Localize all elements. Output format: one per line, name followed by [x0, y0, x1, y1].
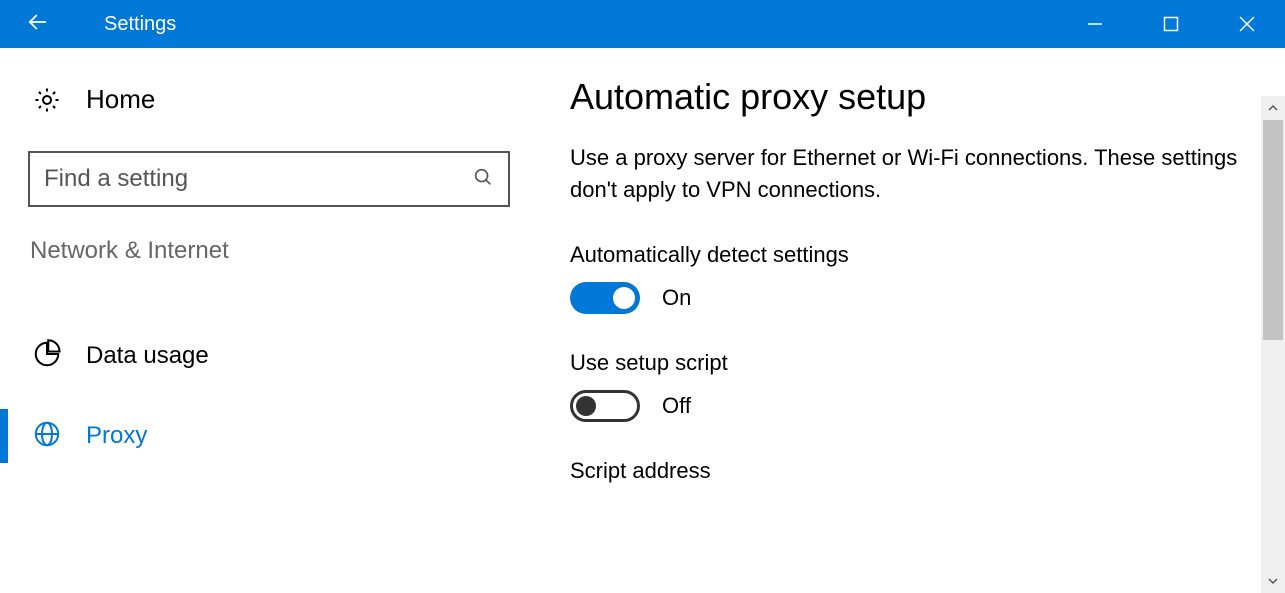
scroll-thumb[interactable]: [1263, 120, 1283, 340]
search-icon: [472, 166, 494, 193]
close-button[interactable]: [1209, 0, 1285, 48]
auto-detect-state: On: [662, 285, 691, 311]
minimize-icon: [1087, 16, 1103, 32]
section-description: Use a proxy server for Ethernet or Wi-Fi…: [570, 142, 1245, 206]
use-script-state: Off: [662, 393, 691, 419]
script-address-label: Script address: [570, 458, 1245, 484]
titlebar: Settings: [0, 0, 1285, 48]
toggle-knob: [613, 287, 635, 309]
sidebar: Home Network & Internet Data usage: [0, 48, 570, 593]
auto-detect-label: Automatically detect settings: [570, 242, 1245, 268]
sidebar-item-proxy[interactable]: Proxy: [28, 405, 510, 467]
minimize-button[interactable]: [1057, 0, 1133, 48]
globe-icon: [32, 419, 62, 454]
section-title: Automatic proxy setup: [570, 76, 1245, 118]
pie-chart-icon: [32, 339, 62, 374]
sidebar-item-label: Proxy: [86, 422, 147, 450]
home-link[interactable]: Home: [28, 84, 510, 115]
search-box[interactable]: [28, 151, 510, 207]
scroll-up-arrow-icon[interactable]: [1261, 96, 1285, 120]
auto-detect-toggle[interactable]: [570, 282, 640, 314]
sidebar-item-label: Data usage: [86, 342, 209, 370]
close-icon: [1238, 15, 1256, 33]
search-input[interactable]: [44, 165, 464, 193]
use-script-label: Use setup script: [570, 350, 1245, 376]
window-controls: [1057, 0, 1285, 48]
title-label: Settings: [104, 13, 176, 36]
arrow-left-icon: [24, 8, 52, 41]
back-button[interactable]: [0, 0, 76, 48]
gear-icon: [32, 85, 62, 115]
category-label: Network & Internet: [28, 237, 510, 265]
main-panel: Automatic proxy setup Use a proxy server…: [570, 48, 1285, 593]
sidebar-item-data-usage[interactable]: Data usage: [28, 325, 510, 387]
toggle-knob: [576, 396, 596, 416]
maximize-icon: [1163, 16, 1179, 32]
home-label: Home: [86, 84, 155, 115]
maximize-button[interactable]: [1133, 0, 1209, 48]
scrollbar[interactable]: [1261, 96, 1285, 593]
use-script-toggle[interactable]: [570, 390, 640, 422]
scroll-down-arrow-icon[interactable]: [1261, 569, 1285, 593]
